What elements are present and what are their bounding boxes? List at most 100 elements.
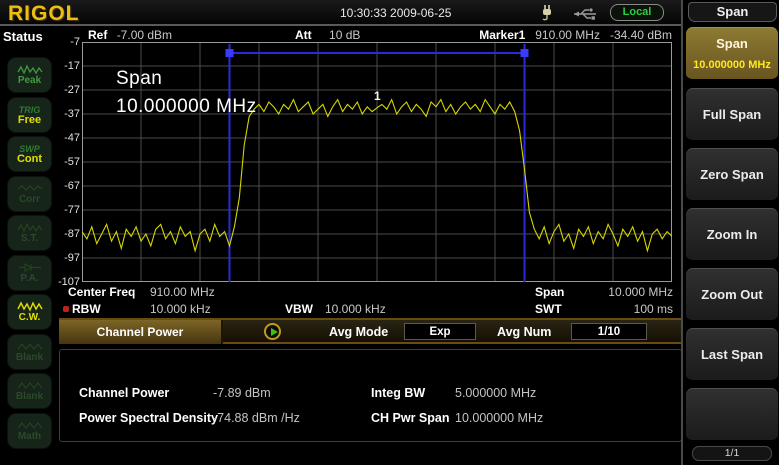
y-axis-label: -47 xyxy=(54,132,80,144)
rbw-label: RBW xyxy=(72,302,101,316)
waveform-icon xyxy=(17,222,43,233)
status-tile-label: S.T. xyxy=(21,233,38,244)
plug-icon xyxy=(540,4,554,22)
vbw-label: VBW xyxy=(285,302,313,316)
ref-level-readout: Ref -7.00 dBm xyxy=(88,28,172,42)
gate-right-marker xyxy=(521,49,529,57)
channel-power-label: Channel Power xyxy=(79,386,169,400)
local-badge: Local xyxy=(610,4,664,21)
status-tile-label: Corr xyxy=(19,194,40,205)
status-tile-math: Math xyxy=(7,413,52,449)
ch-pwr-span-label: CH Pwr Span xyxy=(371,411,450,425)
status-tile-peak: Peak xyxy=(7,57,52,93)
waveform-icon xyxy=(17,420,43,431)
center-freq-label: Center Freq xyxy=(68,285,135,299)
attenuation-readout: Att 10 dB xyxy=(295,28,360,42)
spectrum-graph: 1 xyxy=(82,42,672,282)
marker-number: 1 xyxy=(374,89,381,103)
marker-amplitude: -34.40 dBm xyxy=(610,28,672,42)
waveform-icon xyxy=(17,183,43,194)
waveform-icon xyxy=(17,341,43,352)
status-tile-pa: P.A. xyxy=(7,255,52,291)
gate-left-marker xyxy=(226,49,234,57)
status-tile-label: Math xyxy=(18,431,41,442)
span-overlay-title: Span xyxy=(116,68,162,90)
integ-bw-label: Integ BW xyxy=(371,386,425,400)
rbw-status-dot xyxy=(63,306,69,312)
y-axis-label: -7 xyxy=(54,36,80,48)
att-value: 10 dB xyxy=(329,28,360,42)
ch-pwr-span-value: 10.000000 MHz xyxy=(455,411,543,425)
psd-value: -74.88 dBm /Hz xyxy=(213,411,300,425)
menu-page-indicator: 1/1 xyxy=(692,446,772,461)
diode-icon xyxy=(18,262,42,273)
waveform-icon xyxy=(17,380,43,391)
menu-header: Span xyxy=(688,2,777,22)
softkey-menu: Span Span 10.000000 MHz Full Span Zero S… xyxy=(681,0,779,465)
ref-label: Ref xyxy=(88,28,107,42)
softkey-zero-span[interactable]: Zero Span xyxy=(686,148,778,202)
y-axis-label: -57 xyxy=(54,156,80,168)
ref-value: -7.00 dBm xyxy=(117,28,172,42)
status-tile-label: Blank xyxy=(16,391,43,402)
status-tile-label: P.A. xyxy=(20,273,38,284)
softkey-span-label: Span xyxy=(716,36,748,51)
results-panel: Channel Power -7.89 dBm Integ BW 5.00000… xyxy=(59,349,682,442)
avg-num-label: Avg Num xyxy=(497,325,551,339)
play-icon[interactable] xyxy=(264,323,281,340)
measure-title: Channel Power xyxy=(59,320,223,344)
datetime-display: 10:30:33 2009-06-25 xyxy=(340,6,480,20)
y-axis-label: -77 xyxy=(54,204,80,216)
usb-icon xyxy=(570,8,600,20)
integ-bw-value: 5.000000 MHz xyxy=(455,386,536,400)
avg-mode-label: Avg Mode xyxy=(329,325,388,339)
instrument-screen: RIGOL 10:30:33 2009-06-25 Local Status P… xyxy=(0,0,779,465)
psd-label: Power Spectral Density xyxy=(79,411,218,425)
y-axis-label: -37 xyxy=(54,108,80,120)
swt-value: 100 ms xyxy=(575,302,673,316)
span-overlay-value: 10.000000 MHz xyxy=(116,96,257,118)
y-axis-label: -97 xyxy=(54,252,80,264)
channel-power-value: -7.89 dBm xyxy=(213,386,271,400)
waveform-icon xyxy=(17,301,43,312)
softkey-span-value: 10.000000 MHz xyxy=(693,59,771,71)
span-footer-value: 10.000 MHz xyxy=(575,285,673,299)
vbw-value: 10.000 kHz xyxy=(325,302,386,316)
softkey-full-span[interactable]: Full Span xyxy=(686,88,778,142)
top-bar: RIGOL 10:30:33 2009-06-25 Local xyxy=(0,0,683,26)
softkey-zoom-in[interactable]: Zoom In xyxy=(686,208,778,262)
status-tile-caption: SWP xyxy=(19,144,40,154)
marker-frequency: 910.00 MHz xyxy=(535,28,600,42)
status-tile-label: Cont xyxy=(17,154,42,165)
rigol-logo: RIGOL xyxy=(8,2,80,26)
marker-label: Marker1 xyxy=(479,28,525,42)
softkey-zoom-out[interactable]: Zoom Out xyxy=(686,268,778,322)
status-tile-label: Free xyxy=(18,115,41,126)
status-panel-title: Status xyxy=(3,29,43,44)
center-freq-value: 910.00 MHz xyxy=(150,285,215,299)
status-tile-cw: C.W. xyxy=(7,294,52,330)
span-footer-label: Span xyxy=(535,285,564,299)
softkey-blank[interactable] xyxy=(686,388,778,442)
status-tile-caption: TRIG xyxy=(19,105,41,115)
att-label: Att xyxy=(295,28,312,42)
avg-mode-value-box[interactable]: Exp xyxy=(404,323,476,340)
softkey-last-span[interactable]: Last Span xyxy=(686,328,778,382)
softkey-span[interactable]: Span 10.000000 MHz xyxy=(686,27,778,81)
status-tile-corr: Corr xyxy=(7,176,52,212)
y-axis-label: -27 xyxy=(54,84,80,96)
status-tile-label: Peak xyxy=(18,75,41,86)
measure-bar: Channel Power Avg Mode Exp Avg Num 1/10 xyxy=(59,320,682,344)
y-axis-label: -87 xyxy=(54,228,80,240)
y-axis-label: -67 xyxy=(54,180,80,192)
status-tile-swp: SWP Cont xyxy=(7,136,52,172)
status-tile-blank2: Blank xyxy=(7,373,52,409)
status-tile-trig: TRIG Free xyxy=(7,97,52,133)
trace-svg: 1 xyxy=(82,42,672,282)
avg-num-value-box[interactable]: 1/10 xyxy=(571,323,647,340)
status-tile-st: S.T. xyxy=(7,215,52,251)
status-tile-label: Blank xyxy=(16,352,43,363)
status-tile-label: C.W. xyxy=(19,312,41,323)
status-tile-blank1: Blank xyxy=(7,334,52,370)
marker-readout: Marker1 910.00 MHz -34.40 dBm xyxy=(480,28,672,42)
